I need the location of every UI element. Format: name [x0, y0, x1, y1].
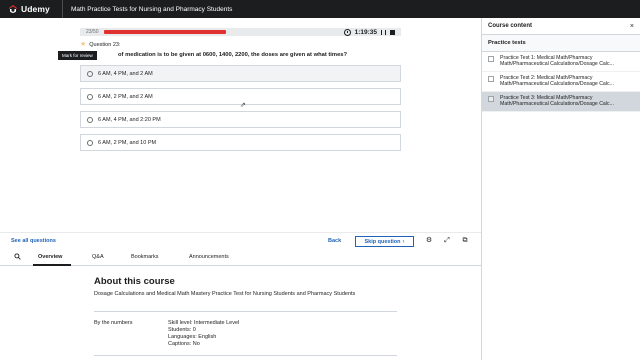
divider [94, 311, 397, 312]
udemy-logo-icon [9, 5, 17, 13]
quiz-progress-bar: 23/50 1:19:35 [80, 28, 401, 36]
checkbox[interactable] [488, 76, 494, 82]
timer-group: 1:19:35 [343, 28, 395, 36]
radio-button[interactable] [87, 139, 93, 146]
chevron-right-icon: › [402, 238, 405, 245]
quiz-main: 23/50 1:19:35 ★ Question 23: Mark for re… [0, 18, 481, 360]
question-number-label: Question 23: [89, 41, 121, 48]
see-all-questions-link[interactable]: See all questions [11, 238, 56, 244]
tab-qa[interactable]: Q&A [92, 254, 104, 260]
tab-bookmarks[interactable]: Bookmarks [131, 254, 159, 260]
radio-button[interactable] [87, 93, 93, 100]
expand-icon[interactable]: ⤢ [443, 237, 451, 245]
active-tab-indicator [33, 264, 71, 266]
course-tabs: Overview Q&A Bookmarks Announcements [0, 250, 481, 266]
radio-button[interactable] [87, 70, 93, 77]
sidebar-item-line2: Math/Pharmaceutical Calculations/Dosage … [500, 81, 614, 87]
languages: Languages: English [168, 334, 217, 340]
logo-text: Udemy [21, 4, 50, 14]
topbar-divider [62, 0, 63, 18]
question-number: ★ Question 23: [80, 41, 120, 48]
answer-options: 6 AM, 4 PM, and 2 AM 6 AM, 2 PM, and 2 A… [80, 65, 401, 157]
answer-option-label: 6 AM, 2 PM, and 2 AM [98, 93, 153, 100]
radio-button[interactable] [87, 116, 93, 123]
sidebar-item-practice-test-1[interactable]: Practice Test 1: Medical Math/Pharmacy M… [482, 52, 640, 72]
sidebar-item-label: Practice Test 1: Medical Math/Pharmacy M… [500, 55, 636, 67]
answer-option-label: 6 AM, 4 PM, and 2 AM [98, 70, 153, 77]
udemy-logo[interactable]: Udemy [0, 0, 60, 18]
sidebar-item-line2: Math/Pharmaceutical Calculations/Dosage … [500, 101, 614, 107]
sidebar-item-line2: Math/Pharmaceutical Calculations/Dosage … [500, 61, 614, 67]
checkbox[interactable] [488, 56, 494, 62]
checkbox[interactable] [488, 96, 494, 102]
tab-overview[interactable]: Overview [38, 254, 62, 260]
students-count: Students: 0 [168, 327, 196, 333]
course-content-sidebar: Course content × Practice tests Practice… [481, 18, 640, 360]
progress-fill [104, 30, 226, 34]
skip-question-label: Skip question [364, 238, 401, 245]
section-title: Practice tests [488, 40, 526, 46]
mouse-cursor-icon: ⇗ [240, 102, 246, 109]
answer-option-4[interactable]: 6 AM, 2 PM, and 10 PM [80, 134, 401, 151]
quiz-action-bar: See all questions Back Skip question › ⚙… [0, 232, 481, 250]
about-title: About this course [94, 276, 175, 287]
pause-icon[interactable] [381, 29, 386, 35]
stop-icon[interactable] [390, 29, 395, 35]
timer-text: 1:19:35 [354, 28, 377, 36]
skill-level: Skill level: Intermediate Level [168, 320, 240, 326]
sidebar-section-practice-tests[interactable]: Practice tests [482, 35, 640, 52]
search-icon[interactable] [14, 253, 21, 260]
answer-option-1[interactable]: 6 AM, 4 PM, and 2 AM [80, 65, 401, 82]
question-text: of medication is to be given at 0600, 14… [118, 52, 348, 58]
answer-option-label: 6 AM, 4 PM, and 2:20 PM [98, 116, 161, 123]
skip-question-button[interactable]: Skip question › [355, 236, 414, 247]
answer-option-3[interactable]: 6 AM, 4 PM, and 2:20 PM [80, 111, 401, 128]
sidebar-title: Course content [488, 23, 533, 29]
sidebar-item-practice-test-3[interactable]: Practice Test 3: Medical Math/Pharmacy M… [482, 92, 640, 112]
sidebar-item-practice-test-2[interactable]: Practice Test 2: Medical Math/Pharmacy M… [482, 72, 640, 92]
close-icon[interactable]: × [630, 23, 634, 30]
fullscreen-icon[interactable]: ⧉ [461, 237, 469, 245]
sidebar-item-label: Practice Test 3: Medical Math/Pharmacy M… [500, 95, 636, 107]
sidebar-item-label: Practice Test 2: Medical Math/Pharmacy M… [500, 75, 636, 87]
progress-count: 23/50 [86, 29, 99, 35]
by-the-numbers-label: By the numbers [94, 320, 133, 326]
clock-icon [343, 28, 351, 36]
mark-for-review-tooltip: Mark for review [58, 51, 97, 60]
settings-gear-icon[interactable]: ⚙ [425, 237, 433, 245]
tab-announcements[interactable]: Announcements [189, 254, 229, 260]
back-button[interactable]: Back [328, 238, 341, 244]
captions: Captions: No [168, 341, 200, 347]
player-tools: ⚙ ⤢ ⧉ [425, 237, 469, 245]
mark-review-star-icon[interactable]: ★ [80, 41, 86, 48]
about-description: Dosage Calculations and Medical Math Mas… [94, 291, 356, 297]
divider [94, 355, 397, 356]
top-bar: Udemy Math Practice Tests for Nursing an… [0, 0, 640, 18]
sidebar-header: Course content × [482, 18, 640, 35]
course-title[interactable]: Math Practice Tests for Nursing and Phar… [71, 6, 232, 13]
answer-option-label: 6 AM, 2 PM, and 10 PM [98, 139, 157, 146]
course-stats: Skill level: Intermediate Level Students… [168, 320, 239, 348]
